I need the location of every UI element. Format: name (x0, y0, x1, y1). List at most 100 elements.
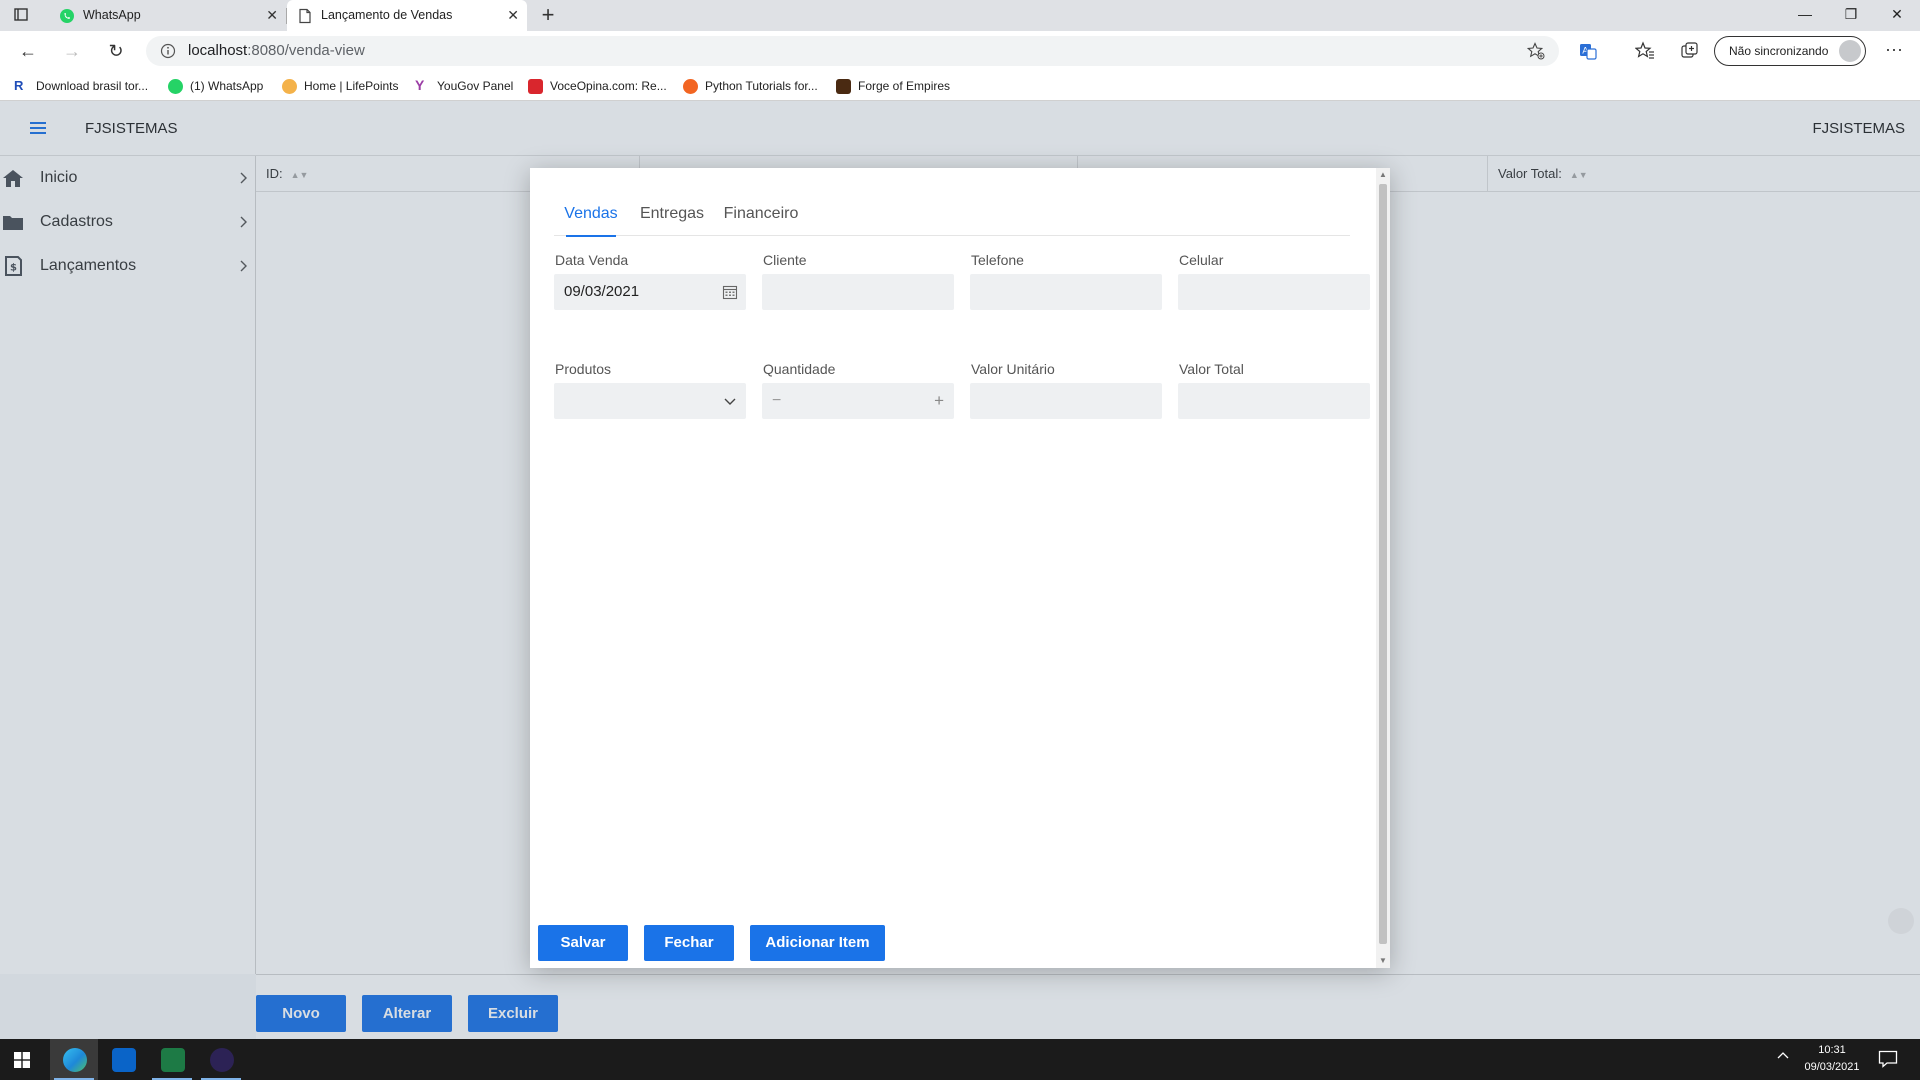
data-venda-field[interactable]: 09/03/2021 (554, 274, 746, 310)
quantidade-stepper[interactable]: − + (762, 383, 954, 419)
bookmark-item[interactable]: Home | LifePoints (282, 71, 399, 101)
telefone-label: Telefone (971, 252, 1024, 268)
forward-icon[interactable]: → (58, 37, 86, 65)
python-tutorials-icon (683, 79, 698, 94)
clock-date: 09/03/2021 (1804, 1061, 1860, 1073)
bookmark-label: Forge of Empires (858, 79, 951, 93)
bookmark-label: VoceOpina.com: Re... (550, 79, 667, 93)
cliente-label: Cliente (763, 252, 807, 268)
dialog-tabs: Vendas Entregas Financeiro (554, 198, 1350, 237)
tray-chevron-up-icon[interactable] (1776, 1049, 1790, 1063)
increment-button[interactable]: + (934, 383, 944, 419)
data-venda-label: Data Venda (555, 252, 629, 268)
decrement-button[interactable]: − (772, 383, 781, 419)
valor-total-label: Valor Total (1179, 361, 1244, 377)
bookmark-item[interactable]: Y YouGov Panel (415, 71, 513, 101)
chevron-down-icon (724, 398, 736, 405)
yougov-icon: Y (415, 77, 425, 93)
close-tab-icon[interactable]: ✕ (507, 0, 519, 31)
bookmark-label: Download brasil tor... (36, 79, 149, 93)
outlook-icon (112, 1048, 136, 1072)
browser-tab-whatsapp[interactable]: WhatsApp ✕ (49, 0, 286, 31)
windows-taskbar: 10:31 09/03/2021 (0, 1039, 1920, 1080)
add-favorite-icon[interactable] (1527, 42, 1545, 60)
minimize-icon[interactable]: — (1782, 0, 1828, 31)
scroll-up-icon[interactable]: ▲ (1376, 168, 1390, 182)
favorites-icon[interactable] (1635, 41, 1655, 61)
tab-label: Entregas (639, 205, 705, 222)
bookmark-item[interactable]: Forge of Empires (836, 71, 950, 101)
tab-financeiro[interactable]: Financeiro (716, 198, 806, 236)
salvar-button[interactable]: Salvar (538, 925, 628, 961)
quantidade-label: Quantidade (763, 361, 836, 377)
tab-entregas[interactable]: Entregas (632, 198, 712, 236)
taskbar-edge[interactable] (50, 1039, 98, 1080)
back-icon[interactable]: ← (14, 37, 42, 65)
browser-tab-lancamento[interactable]: Lançamento de Vendas ✕ (287, 0, 527, 31)
browser-tab-bar: WhatsApp ✕ Lançamento de Vendas ✕ + — ❐ … (0, 0, 1920, 31)
taskbar-outlook[interactable] (99, 1039, 147, 1080)
bookmark-item[interactable]: Python Tutorials for... (683, 71, 818, 101)
profile-sync-button[interactable]: Não sincronizando (1714, 36, 1866, 66)
tab-label: Vendas (564, 205, 618, 222)
tab-title: WhatsApp (83, 8, 141, 22)
bookmark-label: Home | LifePoints (304, 79, 399, 93)
r-icon: R (14, 78, 24, 93)
clock-time: 10:31 (1818, 1044, 1846, 1056)
tab-title: Lançamento de Vendas (321, 8, 453, 22)
fechar-button[interactable]: Fechar (644, 925, 734, 961)
address-row: ← → ↻ localhost:8080/venda-view A Não si… (0, 31, 1920, 71)
windows-start-icon[interactable] (14, 1052, 30, 1068)
close-tab-icon[interactable]: ✕ (266, 0, 278, 31)
voceopina-icon (528, 79, 543, 94)
dialog-scrollbar[interactable]: ▲ ▼ (1376, 168, 1390, 968)
produtos-select[interactable] (554, 383, 746, 419)
translate-icon[interactable]: A (1578, 41, 1598, 61)
bookmark-item[interactable]: R Download brasil tor... (14, 71, 148, 101)
bookmark-item[interactable]: (1) WhatsApp (168, 71, 263, 101)
feedback-icon[interactable] (1888, 908, 1914, 934)
site-info-icon[interactable] (160, 43, 176, 59)
celular-field[interactable] (1178, 274, 1370, 310)
data-venda-value: 09/03/2021 (564, 283, 640, 300)
valor-unitario-label: Valor Unitário (971, 361, 1055, 377)
produtos-label: Produtos (555, 361, 612, 377)
avatar (1839, 40, 1861, 62)
new-tab-button[interactable]: + (535, 0, 561, 31)
close-window-icon[interactable]: ✕ (1874, 0, 1920, 31)
system-clock[interactable]: 10:31 09/03/2021 (1792, 1042, 1872, 1076)
scrollbar-thumb[interactable] (1379, 184, 1387, 944)
tab-label: Financeiro (723, 205, 799, 222)
url-path: :8080/venda-view (247, 42, 365, 59)
taskbar-eclipse[interactable] (197, 1039, 245, 1080)
scroll-down-icon[interactable]: ▼ (1376, 954, 1390, 968)
bookmark-item[interactable]: VoceOpina.com: Re... (528, 71, 667, 101)
address-bar[interactable]: localhost:8080/venda-view (146, 36, 1559, 66)
collections-icon[interactable] (1680, 41, 1700, 61)
calendar-icon[interactable] (722, 284, 738, 300)
tab-vendas[interactable]: Vendas (554, 198, 628, 237)
more-options-icon[interactable]: ··· (1880, 37, 1908, 65)
whatsapp-icon (60, 9, 74, 23)
edge-icon (63, 1048, 87, 1072)
excel-icon (161, 1048, 185, 1072)
cliente-field[interactable] (762, 274, 954, 310)
sync-label: Não sincronizando (1729, 44, 1829, 58)
notification-icon[interactable] (1878, 1050, 1898, 1068)
adicionar-item-button[interactable]: Adicionar Item (750, 925, 885, 961)
restore-icon[interactable]: ❐ (1828, 0, 1874, 31)
telefone-field[interactable] (970, 274, 1162, 310)
bookmark-label: Python Tutorials for... (705, 79, 818, 93)
valor-total-field[interactable] (1178, 383, 1370, 419)
valor-unitario-field[interactable] (970, 383, 1162, 419)
bookmark-label: YouGov Panel (437, 79, 514, 93)
celular-label: Celular (1179, 252, 1224, 268)
url-text[interactable]: localhost:8080/venda-view (188, 36, 365, 66)
forge-of-empires-icon (836, 79, 851, 94)
eclipse-icon (210, 1048, 234, 1072)
tab-actions-icon[interactable] (14, 8, 28, 21)
venda-dialog: Vendas Entregas Financeiro Data Venda 09… (530, 168, 1390, 968)
taskbar-excel[interactable] (148, 1039, 196, 1080)
reload-icon[interactable]: ↻ (102, 37, 130, 65)
bookmark-label: (1) WhatsApp (190, 79, 264, 93)
